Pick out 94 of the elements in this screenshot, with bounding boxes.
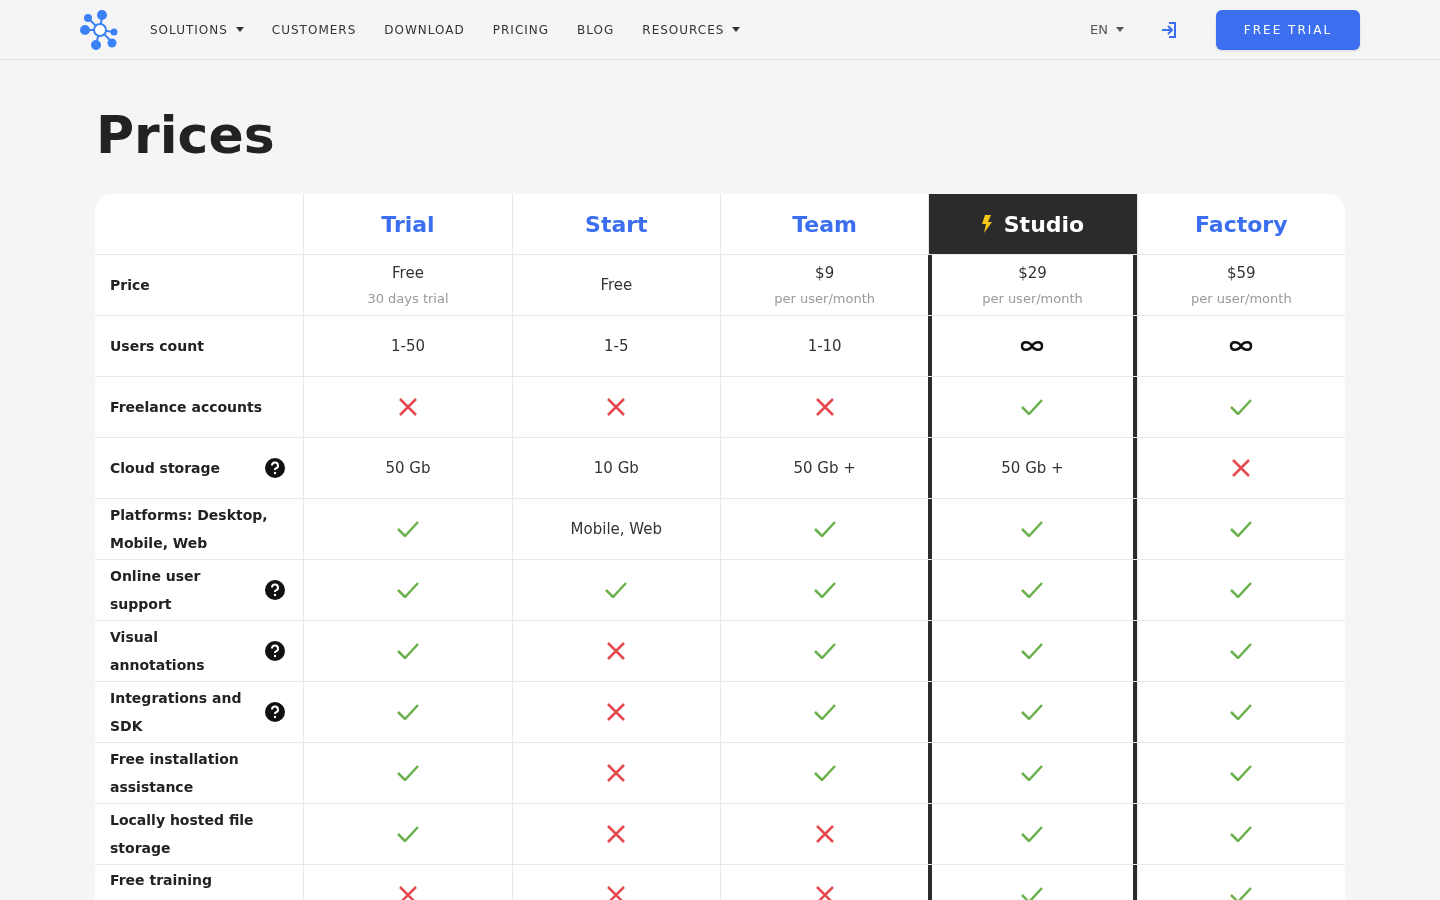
check-icon bbox=[1230, 887, 1253, 900]
check-icon bbox=[1230, 826, 1253, 843]
check-icon bbox=[1230, 643, 1253, 660]
cell-value: $29 bbox=[1018, 263, 1047, 285]
caret-icon bbox=[1116, 27, 1124, 32]
cell-note: per user/month bbox=[1191, 289, 1292, 308]
check-icon bbox=[1021, 399, 1044, 416]
cell-value: $9 bbox=[815, 263, 835, 285]
check-icon bbox=[1230, 704, 1253, 721]
cell-value: Mobile, Web bbox=[570, 519, 663, 541]
cell-value: 1-10 bbox=[807, 336, 842, 358]
cross-icon bbox=[607, 825, 626, 844]
cross-icon bbox=[607, 886, 626, 900]
check-icon bbox=[1230, 582, 1253, 599]
caret-icon bbox=[235, 27, 244, 32]
feature-label: Users count bbox=[110, 337, 205, 357]
plan-name: Team bbox=[792, 210, 858, 239]
check-icon bbox=[813, 521, 836, 538]
nav-link[interactable]: RESOURCES bbox=[642, 20, 741, 39]
feature-label: Integrations and SDK bbox=[110, 689, 243, 737]
check-icon bbox=[397, 521, 419, 538]
lightning-icon bbox=[981, 215, 992, 234]
plan-name: Start bbox=[585, 210, 648, 239]
nav-link[interactable]: SOLUTIONS bbox=[150, 20, 244, 39]
cell-value: 1-5 bbox=[604, 336, 629, 358]
infinity-icon bbox=[1019, 340, 1046, 353]
feature-label: Visual annotations bbox=[110, 628, 206, 676]
feature-label: Price bbox=[110, 276, 151, 296]
check-icon bbox=[813, 704, 836, 721]
sign-in-icon[interactable] bbox=[1160, 20, 1178, 39]
check-icon bbox=[1230, 399, 1253, 416]
check-icon bbox=[1021, 765, 1044, 782]
check-icon bbox=[397, 826, 419, 843]
nav-link[interactable]: PRICING bbox=[492, 20, 550, 39]
cross-icon bbox=[607, 642, 626, 661]
cell-value: 50 Gb bbox=[385, 458, 431, 480]
cell-value: 50 Gb + bbox=[793, 458, 856, 480]
infinity-icon bbox=[1228, 340, 1255, 353]
plan-name: Trial bbox=[381, 210, 435, 239]
feature-label: Free installation assistance bbox=[110, 750, 240, 798]
check-icon bbox=[1230, 765, 1253, 782]
cell-value: Free bbox=[392, 263, 424, 285]
cross-icon bbox=[815, 886, 834, 900]
feature-label: Cloud storage bbox=[110, 459, 222, 479]
cross-icon bbox=[607, 703, 626, 722]
cross-icon bbox=[815, 398, 834, 417]
feature-label: Platforms: Desktop, Mobile, Web bbox=[110, 506, 269, 554]
nav-link[interactable]: CUSTOMERS bbox=[271, 20, 357, 39]
feature-label: Locally hosted file storage bbox=[110, 811, 255, 859]
plan-name: Factory bbox=[1195, 210, 1288, 239]
check-icon bbox=[813, 765, 836, 782]
check-icon bbox=[813, 643, 836, 660]
cell-value: 1-50 bbox=[390, 336, 425, 358]
check-icon bbox=[397, 643, 419, 660]
cross-icon bbox=[815, 825, 834, 844]
help-icon[interactable] bbox=[265, 580, 286, 601]
cross-icon bbox=[1232, 459, 1251, 478]
help-icon[interactable] bbox=[265, 702, 286, 723]
check-icon bbox=[397, 704, 419, 721]
cross-icon bbox=[607, 764, 626, 783]
check-icon bbox=[1021, 826, 1044, 843]
plan-name: Studio bbox=[1003, 210, 1085, 239]
cell-note: per user/month bbox=[982, 289, 1083, 308]
check-icon bbox=[397, 765, 419, 782]
free-trial-button[interactable]: FREE TRIAL bbox=[1216, 9, 1360, 50]
check-icon bbox=[605, 582, 628, 599]
cell-value: 50 Gb + bbox=[1001, 458, 1064, 480]
check-icon bbox=[397, 582, 419, 599]
help-icon[interactable] bbox=[265, 458, 286, 479]
cross-icon bbox=[399, 398, 417, 417]
check-icon bbox=[1021, 887, 1044, 900]
cell-note: 30 days trial bbox=[367, 289, 449, 308]
feature-label: Online user support bbox=[110, 567, 202, 615]
cell-value: 10 Gb bbox=[593, 458, 639, 480]
check-icon bbox=[1021, 521, 1044, 538]
cell-note: per user/month bbox=[774, 289, 875, 308]
help-icon[interactable] bbox=[265, 641, 286, 662]
feature-label: Freelance accounts bbox=[110, 398, 264, 418]
nav-link[interactable]: DOWNLOAD bbox=[384, 20, 465, 39]
cell-value: Free bbox=[600, 275, 633, 297]
feature-label: Free training bbox=[110, 871, 214, 891]
caret-icon bbox=[732, 27, 741, 32]
cell-value: $59 bbox=[1227, 263, 1256, 285]
check-icon bbox=[1021, 643, 1044, 660]
language-selector[interactable]: EN bbox=[1090, 19, 1124, 40]
logo-icon[interactable] bbox=[80, 9, 120, 50]
nav-link[interactable]: BLOG bbox=[577, 20, 615, 39]
check-icon bbox=[1021, 704, 1044, 721]
check-icon bbox=[1021, 582, 1044, 599]
cross-icon bbox=[399, 886, 417, 900]
check-icon bbox=[813, 582, 836, 599]
cross-icon bbox=[607, 398, 626, 417]
page-title: Prices bbox=[96, 104, 276, 167]
check-icon bbox=[1230, 521, 1253, 538]
